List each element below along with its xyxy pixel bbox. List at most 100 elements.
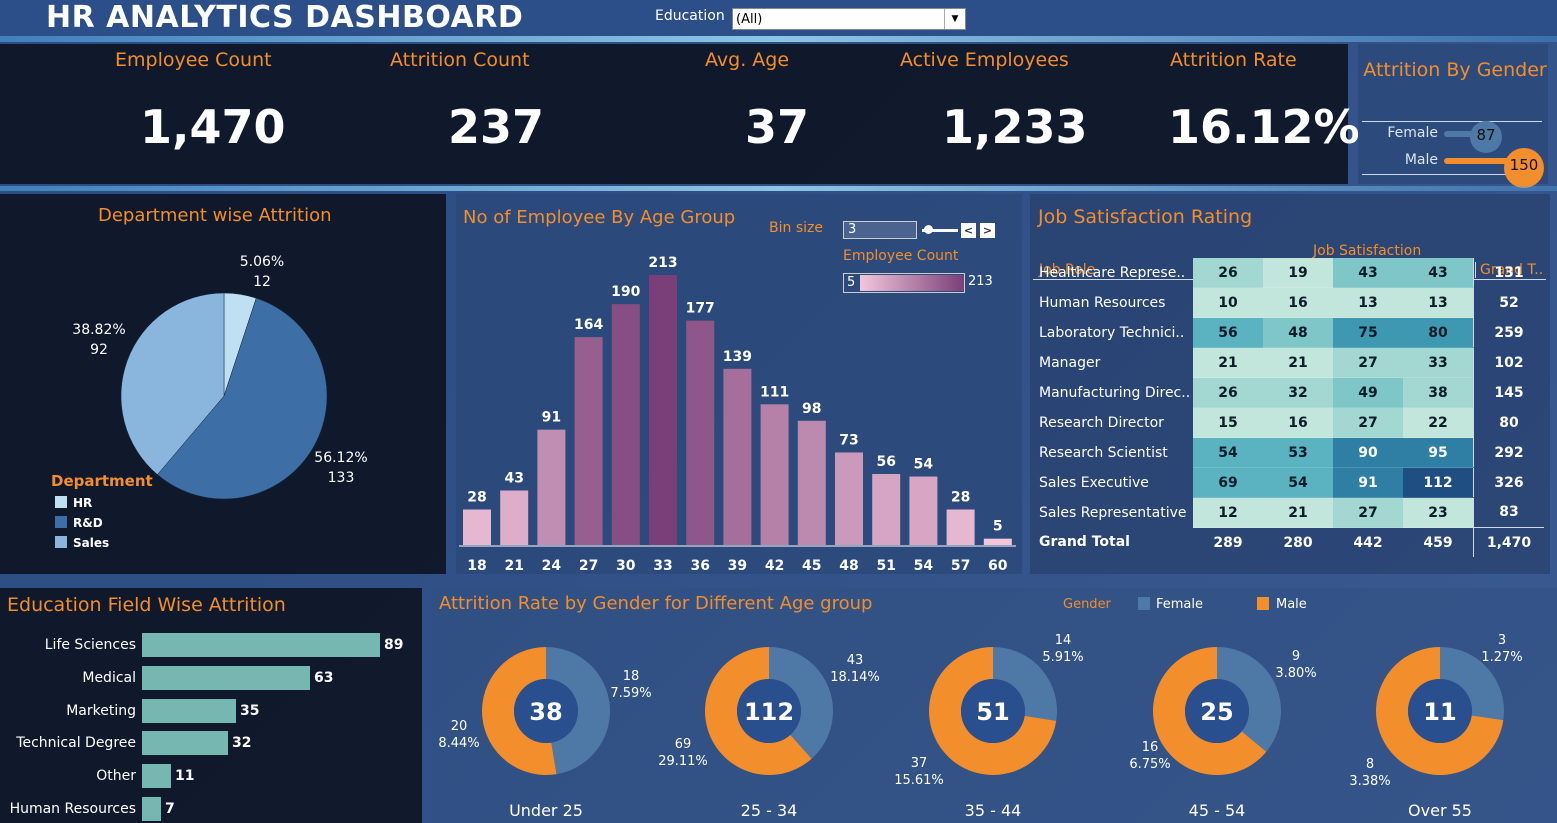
- pie-percent-label: 38.82%: [72, 322, 125, 338]
- age-bar[interactable]: [760, 404, 789, 545]
- chevron-down-icon[interactable]: ▼: [944, 9, 965, 29]
- grand-total-label: Grand Total: [1039, 534, 1130, 551]
- table-cell[interactable]: 91: [1333, 467, 1403, 498]
- table-cell[interactable]: 27: [1333, 347, 1403, 378]
- table-cell[interactable]: 54: [1193, 437, 1263, 468]
- age-bar[interactable]: [686, 320, 715, 545]
- kpi-label: Attrition Count: [390, 49, 530, 71]
- table-cell[interactable]: 48: [1263, 317, 1333, 348]
- edu-field-value: 11: [175, 768, 195, 785]
- female-count-label: 9: [1292, 649, 1300, 664]
- age-bar[interactable]: [649, 275, 677, 545]
- job-role-label: Sales Representative: [1039, 504, 1187, 521]
- bar-value-label: 43: [504, 470, 523, 486]
- female-count-label: 3: [1498, 633, 1506, 648]
- table-cell[interactable]: 32: [1263, 377, 1333, 408]
- pie-value-label: 133: [328, 470, 355, 486]
- table-cell[interactable]: 16: [1263, 407, 1333, 438]
- male-pct-label: 6.75%: [1129, 757, 1170, 772]
- bar-value-label: 98: [802, 401, 821, 417]
- age-bar[interactable]: [611, 304, 640, 545]
- education-filter-select[interactable]: (All) ▼: [732, 8, 966, 30]
- x-tick-label: 57: [951, 558, 970, 574]
- x-tick-label: 39: [728, 558, 747, 574]
- male-count-label: 8: [1366, 757, 1374, 772]
- job-role-label: Laboratory Technici..: [1039, 324, 1185, 341]
- age-bar[interactable]: [537, 429, 566, 545]
- chevron-left-icon[interactable]: <: [961, 223, 976, 238]
- table-cell[interactable]: 13: [1403, 287, 1474, 318]
- age-bar[interactable]: [574, 337, 603, 545]
- chevron-right-icon[interactable]: >: [980, 223, 995, 238]
- table-cell[interactable]: 16: [1263, 287, 1333, 318]
- edu-field-bar[interactable]: [142, 731, 228, 756]
- table-cell[interactable]: 38: [1403, 377, 1474, 408]
- table-cell[interactable]: 27: [1333, 497, 1403, 528]
- bin-size-label: Bin size: [769, 220, 823, 236]
- female-pct-label: 1.27%: [1481, 650, 1522, 665]
- job-role-label: Manufacturing Direc..: [1039, 384, 1191, 401]
- male-count-label: 69: [675, 737, 692, 752]
- table-cell[interactable]: 10: [1193, 287, 1263, 318]
- x-tick-label: 54: [914, 558, 934, 574]
- table-cell[interactable]: 49: [1333, 377, 1403, 408]
- age-bar[interactable]: [797, 420, 826, 545]
- age-bar[interactable]: [835, 452, 863, 545]
- female-pct-label: 3.80%: [1275, 666, 1316, 681]
- table-cell[interactable]: 90: [1333, 437, 1403, 468]
- edu-field-bar[interactable]: [142, 633, 380, 657]
- age-bar[interactable]: [500, 490, 529, 545]
- table-cell[interactable]: 12: [1193, 497, 1263, 528]
- gender-row-label: Female: [1387, 125, 1438, 141]
- education-filter-label: Education: [655, 8, 725, 24]
- table-cell[interactable]: 13: [1333, 287, 1403, 318]
- edu-field-value: 7: [165, 801, 175, 817]
- edu-field-bar[interactable]: [142, 764, 171, 789]
- age-bar[interactable]: [872, 474, 901, 545]
- table-cell[interactable]: 27: [1333, 407, 1403, 438]
- table-cell[interactable]: 21: [1193, 347, 1263, 378]
- table-cell[interactable]: 15: [1193, 407, 1263, 438]
- age-bar[interactable]: [946, 509, 975, 545]
- column-grand-total: 442: [1333, 527, 1403, 557]
- table-cell[interactable]: 80: [1403, 317, 1474, 348]
- edu-field-value: 89: [384, 637, 404, 653]
- table-cell[interactable]: 43: [1403, 258, 1474, 288]
- table-cell[interactable]: 54: [1263, 467, 1333, 498]
- table-cell[interactable]: 21: [1263, 497, 1333, 528]
- table-cell[interactable]: 33: [1403, 347, 1474, 378]
- edu-field-bar[interactable]: [142, 698, 236, 723]
- age-bar[interactable]: [723, 368, 752, 545]
- table-cell[interactable]: 26: [1193, 377, 1263, 408]
- row-grand-total: 80: [1473, 407, 1544, 438]
- table-cell[interactable]: 43: [1333, 258, 1403, 288]
- row-grand-total: 102: [1473, 347, 1544, 378]
- bin-size-input[interactable]: 3: [843, 221, 917, 239]
- donut-total-label: 38: [529, 698, 562, 726]
- table-cell[interactable]: 75: [1333, 317, 1403, 348]
- age-bar[interactable]: [909, 476, 938, 545]
- female-pct-label: 5.91%: [1042, 650, 1083, 665]
- legend-swatch: [55, 496, 67, 508]
- table-cell[interactable]: 26: [1193, 258, 1263, 288]
- male-count-label: 20: [451, 719, 468, 734]
- table-cell[interactable]: 21: [1263, 347, 1333, 378]
- edu-field-bar[interactable]: [142, 665, 310, 690]
- table-cell[interactable]: 19: [1263, 258, 1333, 288]
- table-cell[interactable]: 95: [1403, 437, 1474, 468]
- age-group-label: 35 - 44: [965, 801, 1022, 820]
- age-bar[interactable]: [463, 509, 491, 545]
- table-cell[interactable]: 56: [1193, 317, 1263, 348]
- table-cell[interactable]: 23: [1403, 497, 1474, 528]
- table-cell[interactable]: 112: [1403, 467, 1474, 498]
- column-grand-total: 289: [1193, 527, 1263, 557]
- x-tick-label: 51: [876, 558, 895, 574]
- gender-row-label: Male: [1404, 152, 1438, 168]
- age-bar[interactable]: [983, 538, 1012, 545]
- gender-age-donut-charts: 38187.59%208.44%Under 251124318.14%6929.…: [438, 633, 1522, 820]
- table-cell[interactable]: 69: [1193, 467, 1263, 498]
- table-cell[interactable]: 22: [1403, 407, 1474, 438]
- edu-field-bar[interactable]: [142, 797, 161, 821]
- table-cell[interactable]: 53: [1263, 437, 1333, 468]
- slider-handle[interactable]: [924, 225, 933, 234]
